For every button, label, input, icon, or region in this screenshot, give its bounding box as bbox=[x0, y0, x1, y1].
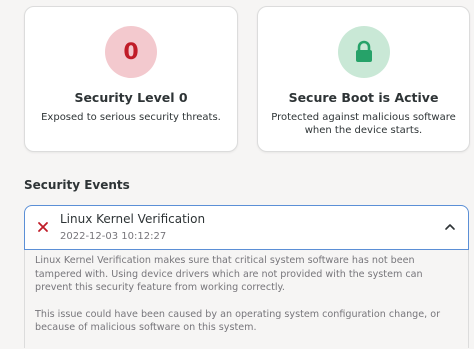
security-events-heading: Security Events bbox=[24, 178, 130, 192]
security-event-row: Linux Kernel Verification 2022-12-03 10:… bbox=[24, 205, 469, 348]
event-details-paragraph: This issue could have been caused by an … bbox=[35, 308, 441, 334]
chevron-up-icon[interactable] bbox=[444, 222, 456, 232]
event-title: Linux Kernel Verification bbox=[60, 212, 206, 226]
event-details-paragraph: Linux Kernel Verification makes sure tha… bbox=[35, 255, 423, 293]
event-row-header[interactable]: Linux Kernel Verification 2022-12-03 10:… bbox=[24, 205, 469, 250]
event-details: Linux Kernel Verification makes sure tha… bbox=[24, 250, 469, 348]
event-timestamp: 2022-12-03 10:12:27 bbox=[60, 231, 167, 242]
security-level-title: Security Level 0 bbox=[74, 90, 188, 105]
security-level-description: Exposed to serious security threats. bbox=[41, 112, 221, 123]
secure-boot-title: Secure Boot is Active bbox=[288, 90, 439, 105]
secure-boot-card: Secure Boot is Active Protected against … bbox=[257, 6, 470, 152]
security-level-zero-icon: 0 bbox=[105, 26, 157, 78]
failed-x-icon bbox=[38, 222, 48, 232]
security-level-card: 0 Security Level 0 Exposed to serious se… bbox=[24, 6, 238, 152]
lock-icon bbox=[337, 26, 390, 78]
secure-boot-description: Protected against malicious software whe… bbox=[271, 112, 456, 136]
